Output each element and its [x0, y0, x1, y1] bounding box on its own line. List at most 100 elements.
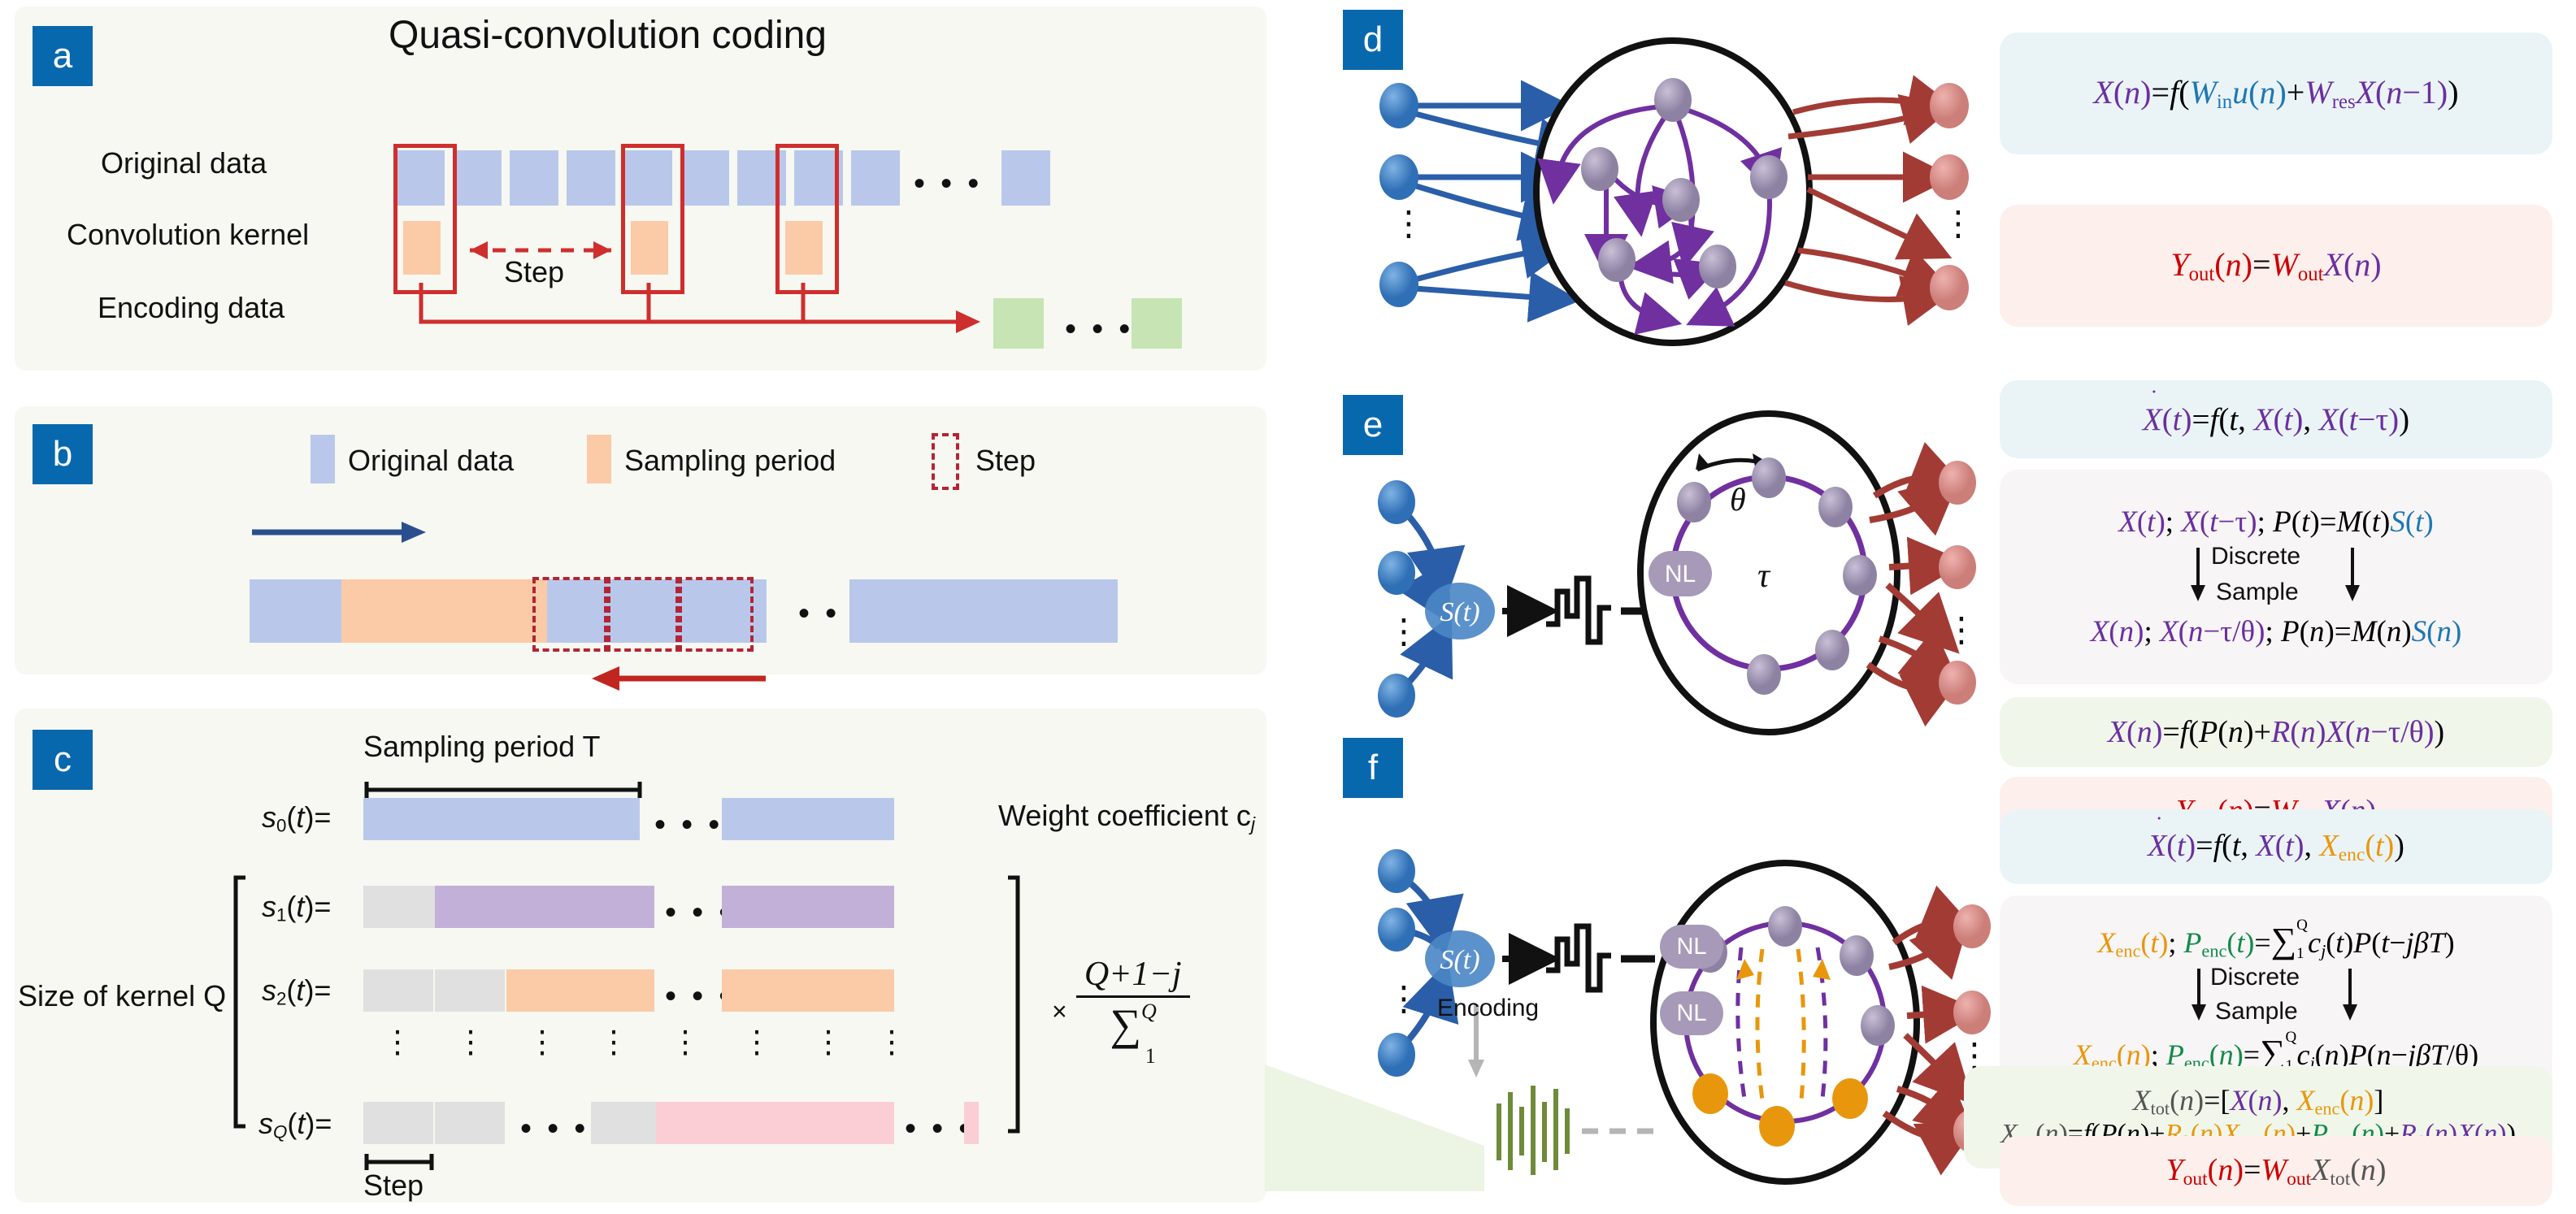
sQ-grey	[363, 1102, 433, 1144]
panel-f-letter: f	[1343, 738, 1403, 798]
panel-c-vdots: ⋮	[382, 1025, 413, 1060]
panel-f-equation-1: X ˙ (t)=f(t, X(t), Xenc(t))	[2000, 809, 2552, 884]
panel-b-original-segment	[849, 579, 1118, 643]
legend-label-step: Step	[975, 444, 1036, 477]
size-of-kernel-bracket	[233, 875, 245, 1129]
svg-text:θ: θ	[1730, 481, 1746, 518]
kernel-selection-box	[393, 144, 457, 294]
panel-f-discrete-label: Discrete	[2210, 964, 2300, 991]
sQ-grey	[435, 1102, 505, 1144]
panel-d-network	[1379, 37, 1969, 346]
sampling-period-text: Sampling period T	[363, 730, 601, 763]
svg-text:NL: NL	[1676, 1000, 1706, 1026]
panel-e-discrete-label: Discrete	[2211, 543, 2301, 570]
panel-d-input-vdots: ⋮	[1392, 204, 1426, 242]
panel-f-equation-4: Yout(n)=WoutXtot(n)	[2000, 1136, 2552, 1206]
formula-sum-symbol: ∑	[1110, 1000, 1142, 1049]
panel-c-vdots: ⋮	[670, 1025, 701, 1060]
legend-label-sampling-period: Sampling period	[624, 444, 836, 477]
panel-a-encoding-arrow	[419, 283, 980, 333]
s0-ellipsis: • • •	[654, 807, 723, 843]
original-data-cell	[1001, 150, 1050, 206]
row-label-s1: s1(t)=	[262, 890, 332, 926]
panel-c-vdots: ⋮	[598, 1025, 629, 1060]
original-data-cell	[680, 150, 729, 206]
formula-sum-upper: Q	[1141, 999, 1157, 1023]
s2-grey	[363, 969, 433, 1012]
svg-text:τ: τ	[1757, 557, 1771, 595]
panel-b-step-box	[604, 577, 682, 652]
panel-b-forward-arrow	[252, 522, 426, 543]
s0-bar	[722, 798, 894, 840]
weight-coefficient-label: Weight coefficient cj	[998, 799, 1255, 835]
panel-c-step-label: Step	[363, 1168, 424, 1202]
legend-swatch-step	[932, 433, 959, 490]
s2-bar	[722, 969, 894, 1012]
panel-c-vdots: ⋮	[455, 1025, 486, 1060]
panel-e-sample-label: Sample	[2216, 579, 2299, 605]
encoding-data-cell	[993, 298, 1044, 349]
s2-grey	[435, 969, 505, 1012]
panel-a-title: Quasi-convolution coding	[389, 14, 827, 57]
encoding-data-ellipsis: • • •	[1065, 311, 1134, 347]
legend-swatch-original-data	[311, 435, 335, 483]
panel-e-eq2-line1: X(t); X(t−τ); P(t)=M(t)S(t)	[2118, 505, 2434, 539]
formula-numerator: Q+1−j	[1084, 956, 1182, 993]
s0-bar	[363, 798, 640, 840]
panel-c-vdots: ⋮	[741, 1025, 772, 1060]
s1-grey	[363, 886, 435, 928]
svg-text:NL: NL	[1676, 934, 1706, 960]
kernel-selection-box	[775, 144, 839, 294]
panel-e-output-vdots: ⋮	[1944, 610, 1979, 648]
legend-swatch-sampling-period	[587, 435, 611, 483]
size-of-kernel-label: Size of kernel Q	[18, 979, 226, 1013]
panel-e-input-vdots: ⋮	[1387, 612, 1421, 650]
panel-f-encoding-label: Encoding	[1437, 995, 1540, 1021]
panel-c-vdots: ⋮	[876, 1025, 907, 1060]
sQ-bar	[656, 1102, 894, 1144]
panel-b-step-box	[532, 577, 610, 652]
sQ-grey	[591, 1102, 656, 1144]
original-data-cell	[851, 150, 900, 206]
legend-label-original-data: Original data	[348, 444, 515, 477]
sQ-ellipsis: • • •	[520, 1111, 589, 1147]
original-data-cell	[453, 150, 502, 206]
panel-b-step-box	[675, 577, 754, 652]
panel-e-network: S(t) θ τ NL	[1378, 410, 1976, 735]
panel-f-input-vdots: ⋮	[1387, 979, 1421, 1017]
label-encoding-data: Encoding data	[98, 291, 285, 324]
weight-coefficient-sub: j	[1250, 813, 1256, 835]
panel-f-output-vdots: ⋮	[1957, 1036, 1992, 1074]
panel-b-original-segment	[250, 579, 341, 643]
formula-times: ×	[1052, 996, 1067, 1026]
panel-a-letter: a	[33, 26, 93, 86]
panel-e-equation-2: X(t); X(t−τ); P(t)=M(t)S(t) Discrete Sam…	[2000, 470, 2552, 684]
kernel-selection-box	[621, 144, 684, 294]
s1-bar	[722, 886, 894, 928]
panel-d-equation-2: Yout(n)=WoutX(n)	[2000, 205, 2552, 327]
s2-bar	[506, 969, 654, 1012]
panel-b-sampling-segment	[341, 579, 547, 643]
panel-d-equation-1: X(n)=f(Winu(n)+WresX(n−1))	[2000, 33, 2552, 154]
original-data-cell	[567, 150, 615, 206]
sampling-period-label: Sampling period T	[363, 730, 601, 764]
size-of-kernel-text: Size of kernel Q	[18, 979, 227, 1012]
panel-c-vdots: ⋮	[527, 1025, 558, 1060]
sampling-period-brace	[364, 782, 642, 798]
formula-block: × Q+1−j ∑Q 1	[1052, 955, 1190, 1069]
panel-b-letter: b	[33, 424, 93, 484]
panel-d-output-vdots: ⋮	[1941, 204, 1975, 242]
s1-bar	[435, 886, 654, 928]
sQ-bar	[964, 1102, 979, 1144]
svg-text:NL: NL	[1665, 561, 1696, 587]
row-label-s0: s0(t)=	[262, 800, 332, 836]
panel-e-eq2-line2: X(n); X(n−τ/θ); P(n)=M(n)S(n)	[2090, 615, 2462, 648]
panel-e-equation-3: X(n)=f(P(n)+R(n)X(n−τ/θ))	[2000, 697, 2552, 767]
sQ-ellipsis-2: • • •	[905, 1111, 974, 1147]
panel-a-step-arrow	[470, 241, 611, 259]
panel-b-backward-arrow	[592, 666, 766, 691]
panel-f-sample-label: Sample	[2215, 998, 2298, 1025]
original-data-cell	[510, 150, 558, 206]
row-label-s2: s2(t)=	[262, 973, 332, 1009]
encoding-data-cell	[1132, 298, 1182, 349]
